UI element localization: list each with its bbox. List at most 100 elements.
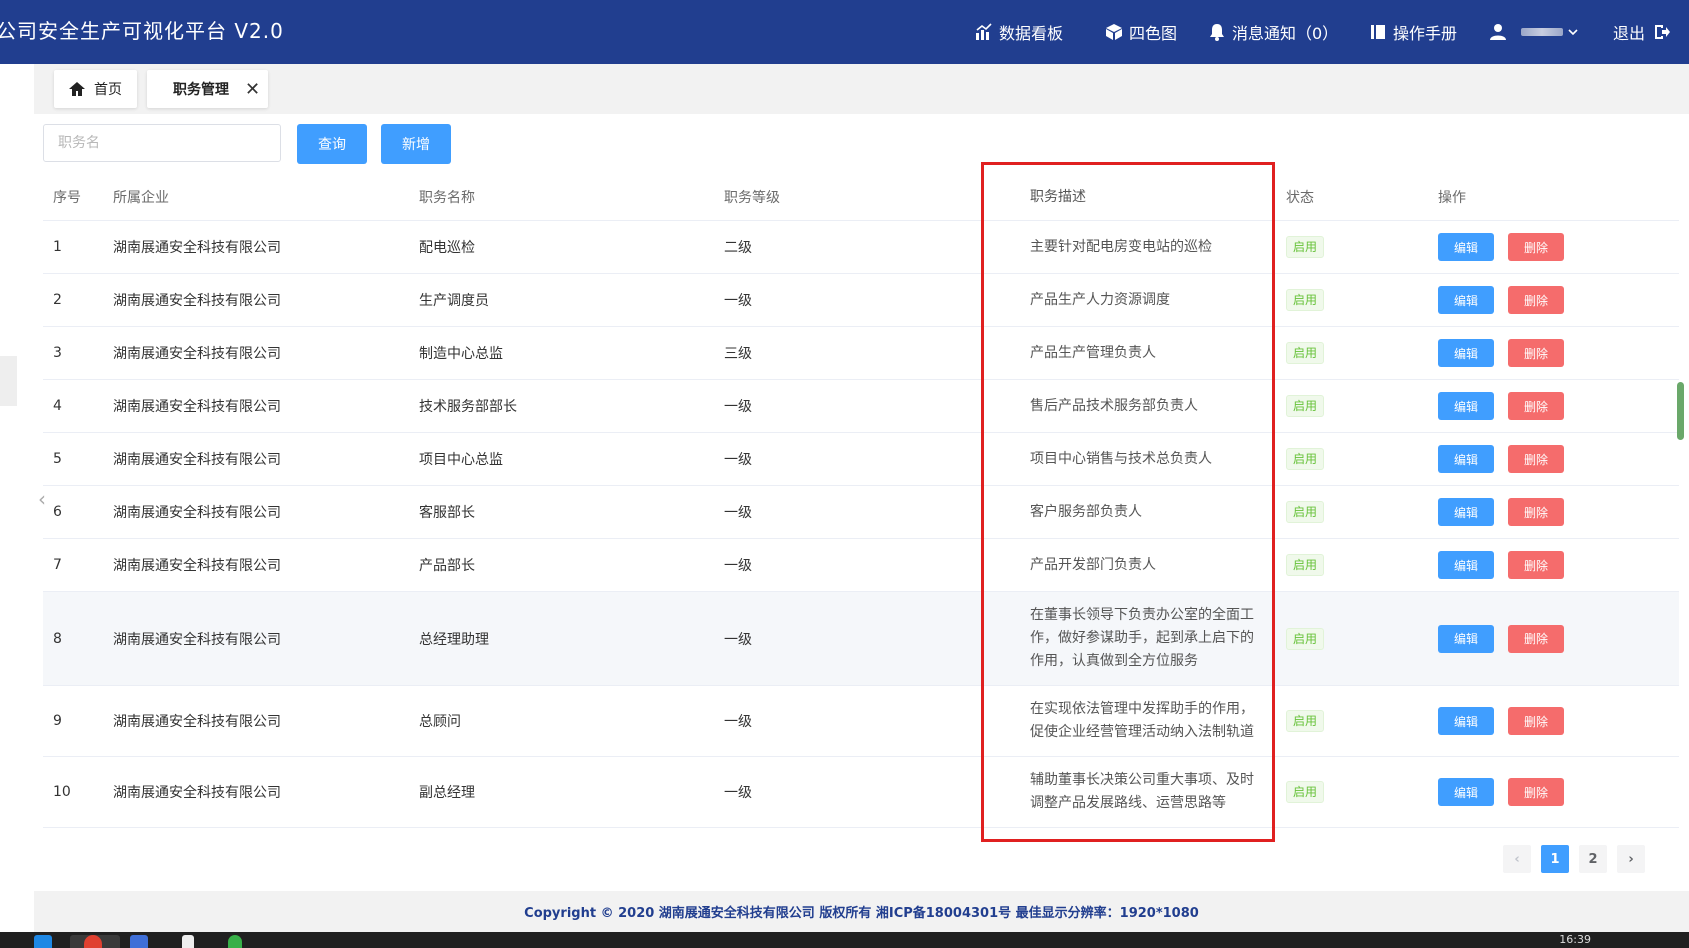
query-button[interactable]: 查询 [297, 124, 367, 164]
cell-duty-level: 一级 [724, 452, 752, 468]
cell-duty-desc: 在董事长领导下负责办公室的全面工作，做好参谋助手，起到承上启下的作用，认真做到全… [1030, 607, 1254, 669]
delete-button[interactable]: 删除 [1508, 286, 1564, 314]
nav-notifications[interactable]: 消息通知（0） [1208, 20, 1338, 44]
prev-page-button[interactable]: ‹ [1503, 845, 1531, 873]
status-badge: 启用 [1286, 395, 1325, 417]
table-header: 序号 所属企业 职务名称 职务等级 职务描述 状态 操作 [43, 174, 1679, 221]
status-badge: 启用 [1286, 781, 1325, 803]
user-menu[interactable] [1489, 20, 1579, 44]
status-badge: 启用 [1286, 236, 1325, 258]
scrollbar-thumb[interactable] [1677, 382, 1684, 440]
delete-button[interactable]: 删除 [1508, 551, 1564, 579]
delete-button[interactable]: 删除 [1508, 233, 1564, 261]
cell-ops: 编辑 删除 [1438, 274, 1578, 326]
page-2-button[interactable]: 2 [1579, 845, 1607, 873]
edit-button[interactable]: 编辑 [1438, 778, 1494, 806]
edit-button[interactable]: 编辑 [1438, 392, 1494, 420]
cell-duty-level: 一级 [724, 558, 752, 574]
tab-home[interactable]: 首页 [54, 70, 137, 108]
user-icon [1490, 24, 1506, 40]
cell-enterprise: 湖南展通安全科技有限公司 [113, 293, 281, 309]
nav-manual[interactable]: 操作手册 [1369, 20, 1457, 44]
edit-button[interactable]: 编辑 [1438, 624, 1494, 653]
user-name-redacted [1521, 28, 1563, 36]
cell-enterprise: 湖南展通安全科技有限公司 [113, 714, 281, 730]
cell-duty-desc: 产品开发部门负责人 [1030, 556, 1156, 573]
sidebar-toggle[interactable] [0, 356, 17, 406]
tab-duty-management-label: 职务管理 [173, 82, 229, 98]
table-row: 8 湖南展通安全科技有限公司 总经理助理 一级 在董事长领导下负责办公室的全面工作，做好… [43, 592, 1679, 686]
taskbar-app-icon[interactable] [130, 935, 148, 948]
cell-duty-level: 一级 [724, 399, 752, 415]
cell-ops: 编辑 删除 [1438, 327, 1578, 379]
cell-seq: 2 [53, 292, 62, 308]
cell-duty-level: 一级 [724, 714, 752, 730]
edit-button[interactable]: 编辑 [1438, 498, 1494, 526]
cell-duty-desc: 产品生产人力资源调度 [1030, 291, 1170, 308]
delete-button[interactable]: 删除 [1508, 392, 1564, 420]
col-header-seq: 序号 [53, 190, 81, 206]
cell-status: 启用 [1286, 327, 1325, 379]
delete-button[interactable]: 删除 [1508, 624, 1564, 653]
cell-duty-level: 二级 [724, 240, 752, 256]
cell-ops: 编辑 删除 [1438, 380, 1578, 432]
logout-button[interactable]: 退出 [1613, 20, 1671, 44]
page-1-button[interactable]: 1 [1541, 845, 1569, 873]
nav-notifications-label: 消息通知（0） [1232, 24, 1339, 43]
tab-duty-management[interactable]: 职务管理 ✕ [147, 70, 268, 108]
cube-icon [1106, 24, 1122, 40]
edit-button[interactable]: 编辑 [1438, 233, 1494, 261]
delete-button[interactable]: 删除 [1508, 778, 1564, 806]
edit-button[interactable]: 编辑 [1438, 707, 1494, 735]
cell-duty-level: 三级 [724, 346, 752, 362]
cell-duty-name: 项目中心总监 [419, 452, 503, 468]
delete-button[interactable]: 删除 [1508, 498, 1564, 526]
add-button[interactable]: 新增 [381, 124, 451, 164]
col-header-desc: 职务描述 [1030, 188, 1086, 205]
edit-button[interactable]: 编辑 [1438, 551, 1494, 579]
edit-button[interactable]: 编辑 [1438, 445, 1494, 473]
status-badge: 启用 [1286, 448, 1325, 470]
cell-duty-desc: 辅助董事长决策公司重大事项、及时调整产品发展路线、运营思路等 [1030, 772, 1254, 811]
logout-label: 退出 [1613, 24, 1646, 43]
cell-status: 启用 [1286, 686, 1325, 756]
chat-icon[interactable] [228, 935, 242, 948]
status-badge: 启用 [1286, 342, 1325, 364]
edit-button[interactable]: 编辑 [1438, 339, 1494, 367]
top-header: 公司安全生产可视化平台 V2.0 数据看板 四色图 消息通知（0） 操作手册 退… [0, 0, 1689, 64]
cell-seq: 3 [53, 345, 62, 361]
close-icon[interactable]: ✕ [245, 79, 260, 100]
duty-table: 序号 所属企业 职务名称 职务等级 职务描述 状态 操作 1 湖南展通安全科技有限… [43, 174, 1679, 828]
cell-status: 启用 [1286, 486, 1325, 538]
status-badge: 启用 [1286, 627, 1325, 650]
file-icon[interactable] [182, 935, 194, 948]
cell-duty-name: 技术服务部部长 [419, 399, 517, 415]
nav-dashboard[interactable]: 数据看板 [975, 20, 1063, 44]
app-title: 公司安全生产可视化平台 V2.0 [0, 19, 284, 43]
cell-duty-desc: 在实现依法管理中发挥助手的作用，促使企业经营管理活动纳入法制轨道 [1030, 701, 1254, 740]
footer: Copyright © 2020 湖南展通安全科技有限公司 版权所有 湘ICP备… [34, 891, 1689, 932]
delete-button[interactable]: 删除 [1508, 707, 1564, 735]
next-page-button[interactable]: › [1617, 845, 1645, 873]
cell-ops: 编辑 删除 [1438, 686, 1578, 756]
duty-name-search-input[interactable] [43, 124, 281, 162]
start-icon[interactable] [34, 935, 52, 948]
status-badge: 启用 [1286, 554, 1325, 576]
cell-duty-level: 一级 [724, 785, 752, 801]
cell-enterprise: 湖南展通安全科技有限公司 [113, 346, 281, 362]
edit-button[interactable]: 编辑 [1438, 286, 1494, 314]
cell-seq: 4 [53, 398, 62, 414]
col-header-enterprise: 所属企业 [113, 190, 169, 206]
cell-duty-level: 一级 [724, 505, 752, 521]
cell-seq: 5 [53, 451, 62, 467]
cell-ops: 编辑 删除 [1438, 757, 1578, 827]
cell-duty-name: 制造中心总监 [419, 346, 503, 362]
nav-four-color-map[interactable]: 四色图 [1105, 20, 1177, 44]
delete-button[interactable]: 删除 [1508, 445, 1564, 473]
delete-button[interactable]: 删除 [1508, 339, 1564, 367]
browser-icon[interactable] [84, 935, 102, 948]
table-row: 5 湖南展通安全科技有限公司 项目中心总监 一级 项目中心销售与技术总负责人 启用 编辑 删除 [43, 433, 1679, 486]
cell-status: 启用 [1286, 433, 1325, 485]
cell-enterprise: 湖南展通安全科技有限公司 [113, 399, 281, 415]
cell-duty-desc: 售后产品技术服务部负责人 [1030, 397, 1198, 414]
